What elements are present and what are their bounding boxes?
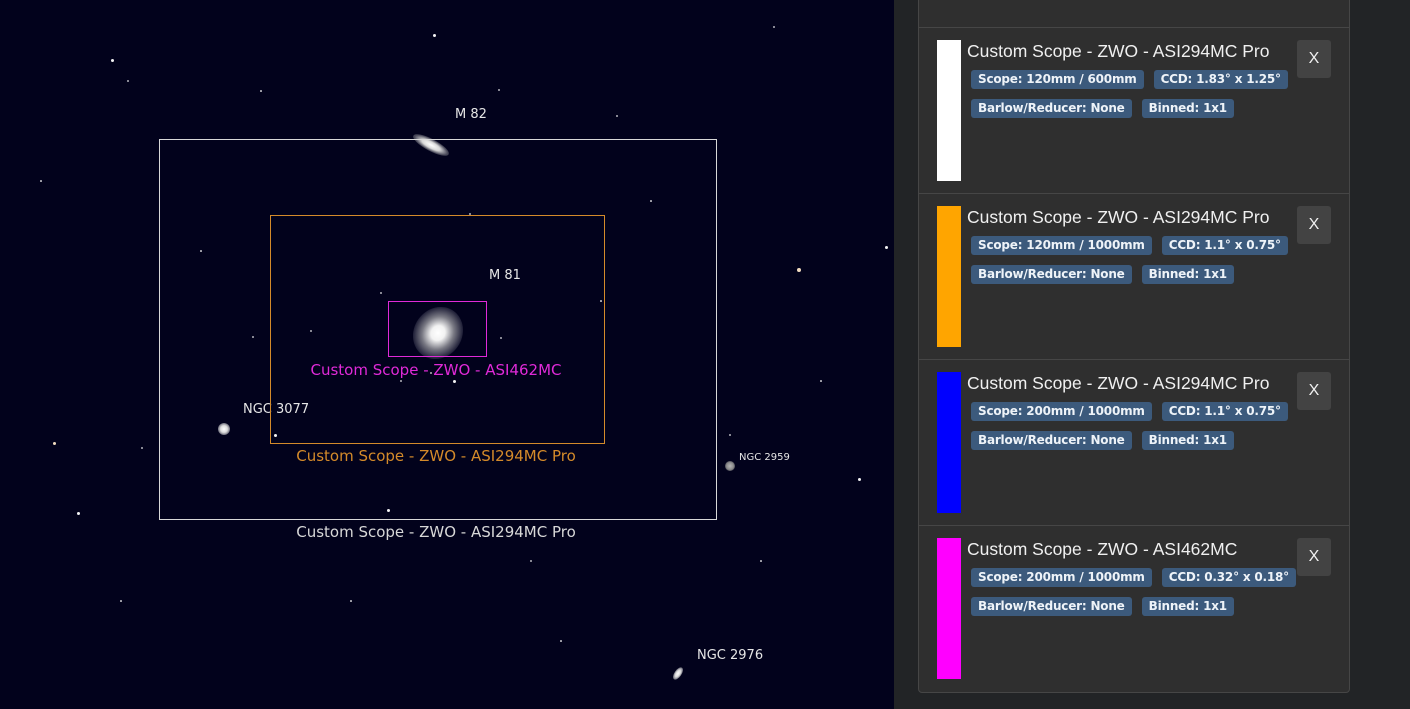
object-label-m82: M 82 <box>455 107 487 122</box>
fov-label-orange: Custom Scope - ZWO - ASI294MC Pro <box>296 447 576 465</box>
star <box>433 34 436 37</box>
fov-label-magenta: Custom Scope - ZWO - ASI462MC <box>310 361 562 379</box>
binned-badge: Binned: 1x1 <box>1141 431 1234 450</box>
fov-item-title: Custom Scope - ZWO - ASI294MC Pro <box>967 207 1270 227</box>
fov-list-top <box>919 0 1349 28</box>
barlow-badge: Barlow/Reducer: None <box>971 597 1132 616</box>
fov-item: Custom Scope - ZWO - ASI294MC Pro Scope:… <box>919 194 1349 360</box>
star <box>77 512 80 515</box>
fov-item-tags: Scope: 200mm / 1000mm CCD: 0.32° x 0.18°… <box>971 568 1296 626</box>
fov-label-white: Custom Scope - ZWO - ASI294MC Pro <box>296 523 576 541</box>
fov-color-swatch <box>937 40 961 181</box>
star <box>111 59 114 62</box>
fov-color-swatch <box>937 538 961 679</box>
fov-item-title: Custom Scope - ZWO - ASI294MC Pro <box>967 373 1270 393</box>
fov-color-swatch <box>937 372 961 513</box>
barlow-badge: Barlow/Reducer: None <box>971 99 1132 118</box>
object-label-ngc2959: NGC 2959 <box>739 452 790 463</box>
galaxy-ngc2976[interactable] <box>671 665 685 682</box>
star <box>797 268 801 272</box>
fov-color-swatch <box>937 206 961 347</box>
barlow-badge: Barlow/Reducer: None <box>971 265 1132 284</box>
star <box>773 26 775 28</box>
fov-item: Custom Scope - ZWO - ASI294MC Pro Scope:… <box>919 360 1349 526</box>
object-label-ngc2976: NGC 2976 <box>697 648 764 663</box>
star <box>350 600 352 602</box>
fov-item-tags: Scope: 200mm / 1000mm CCD: 1.1° x 0.75° … <box>971 402 1291 460</box>
ccd-badge: CCD: 1.1° x 0.75° <box>1161 236 1288 255</box>
binned-badge: Binned: 1x1 <box>1141 597 1234 616</box>
star <box>498 89 500 91</box>
star <box>858 478 861 481</box>
star <box>885 246 888 249</box>
scope-badge: Scope: 200mm / 1000mm <box>971 402 1152 421</box>
remove-fov-button[interactable]: X <box>1297 40 1331 78</box>
fov-panel: Custom Scope - ZWO - ASI294MC Pro Scope:… <box>894 0 1410 709</box>
scope-badge: Scope: 120mm / 1000mm <box>971 236 1152 255</box>
ccd-badge: CCD: 0.32° x 0.18° <box>1161 568 1296 587</box>
binned-badge: Binned: 1x1 <box>1141 99 1234 118</box>
ccd-badge: CCD: 1.83° x 1.25° <box>1153 70 1288 89</box>
sky-view[interactable]: M 82 M 81 NGC 3077 NGC 2959 NGC 2976 Cus… <box>0 0 894 709</box>
fov-item-title: Custom Scope - ZWO - ASI294MC Pro <box>967 41 1270 61</box>
remove-fov-button[interactable]: X <box>1297 206 1331 244</box>
ccd-badge: CCD: 1.1° x 0.75° <box>1161 402 1288 421</box>
star <box>729 434 731 436</box>
star <box>53 442 56 445</box>
star <box>141 447 143 449</box>
fov-item: Custom Scope - ZWO - ASI294MC Pro Scope:… <box>919 28 1349 194</box>
fov-item: Custom Scope - ZWO - ASI462MC Scope: 200… <box>919 526 1349 692</box>
remove-fov-button[interactable]: X <box>1297 372 1331 410</box>
fov-item-title: Custom Scope - ZWO - ASI462MC <box>967 539 1238 559</box>
fov-list: Custom Scope - ZWO - ASI294MC Pro Scope:… <box>918 0 1350 693</box>
galaxy-ngc2959[interactable] <box>725 461 735 471</box>
star <box>560 640 562 642</box>
star <box>127 80 129 82</box>
star <box>616 115 618 117</box>
star <box>530 560 532 562</box>
barlow-badge: Barlow/Reducer: None <box>971 431 1132 450</box>
scope-badge: Scope: 200mm / 1000mm <box>971 568 1152 587</box>
star <box>820 380 822 382</box>
binned-badge: Binned: 1x1 <box>1141 265 1234 284</box>
fov-frame-magenta[interactable] <box>388 301 487 357</box>
star <box>760 560 762 562</box>
star <box>120 600 122 602</box>
star <box>40 180 42 182</box>
scope-badge: Scope: 120mm / 600mm <box>971 70 1144 89</box>
fov-item-tags: Scope: 120mm / 1000mm CCD: 1.1° x 0.75° … <box>971 236 1291 294</box>
star <box>260 90 262 92</box>
fov-item-tags: Scope: 120mm / 600mm CCD: 1.83° x 1.25° … <box>971 70 1291 128</box>
remove-fov-button[interactable]: X <box>1297 538 1331 576</box>
